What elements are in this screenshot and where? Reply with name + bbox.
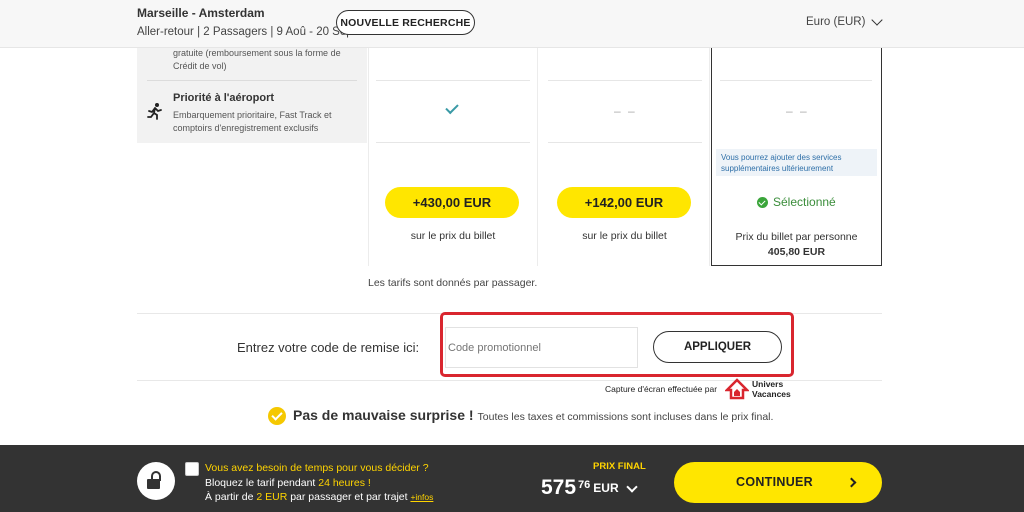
chevron-right-icon xyxy=(846,477,857,488)
continue-label: CONTINUER xyxy=(736,475,814,489)
feature-refund-desc: gratuite (remboursement sous la forme de… xyxy=(173,48,341,71)
route-title: Marseille - Amsterdam xyxy=(137,6,265,20)
surprise-note: Pas de mauvaise surprise ! Toutes les tax… xyxy=(293,407,773,423)
total-integer: 575 xyxy=(541,476,577,499)
surprise-text: Toutes les taxes et commissions sont inc… xyxy=(477,411,774,423)
divider xyxy=(548,80,702,81)
divider xyxy=(720,80,872,81)
rates-note: Les tarifs sont donnés par passager. xyxy=(368,277,538,289)
currency-label: Euro (EUR) xyxy=(806,16,866,28)
chevron-down-icon[interactable] xyxy=(625,481,638,493)
check-circle-icon xyxy=(268,407,286,425)
new-search-button[interactable]: NOUVELLE RECHERCHE xyxy=(336,10,475,35)
watermark-caption: Capture d'écran effectuée par xyxy=(605,384,718,394)
divider xyxy=(147,80,357,81)
check-circle-icon xyxy=(757,196,768,208)
hold-fare-checkbox[interactable] xyxy=(185,462,199,476)
infos-link[interactable]: +infos xyxy=(410,492,433,502)
fare-price-button-2[interactable]: +142,00 EUR xyxy=(557,187,691,218)
hold-line-3: À partir de 2 EUR par passager et par tr… xyxy=(205,491,434,503)
per-person-value: 405,80 EUR xyxy=(767,246,826,258)
not-included-mark: – – xyxy=(614,104,637,118)
logo-text: Univers Vacances xyxy=(752,379,791,399)
chevron-down-icon xyxy=(871,14,884,26)
selected-label: Sélectionné xyxy=(773,195,836,209)
fare-price-button-1[interactable]: +430,00 EUR xyxy=(385,187,519,218)
total-decimals: 76 xyxy=(578,479,591,491)
continue-button[interactable]: CONTINUER xyxy=(674,462,882,503)
top-bar: Marseille - Amsterdam Aller-retour | 2 P… xyxy=(0,0,1024,48)
total-price[interactable]: 575 76 EUR xyxy=(541,476,638,500)
final-price-label: PRIX FINAL xyxy=(593,461,646,472)
divider xyxy=(376,80,530,81)
fare-price-sub-1: sur le prix du billet xyxy=(410,230,496,242)
divider xyxy=(548,142,702,143)
selected-status: Sélectionné xyxy=(757,195,836,209)
currency-selector[interactable]: Euro (EUR) xyxy=(806,14,884,28)
per-person-label: Prix du billet par personne xyxy=(735,231,858,243)
runner-icon xyxy=(147,103,162,120)
univers-vacances-logo xyxy=(725,378,749,400)
info-note: Vous pourrez ajouter des services supplé… xyxy=(716,149,877,176)
feature-priority-title: Priorité à l'aéroport xyxy=(173,92,275,104)
total-currency: EUR xyxy=(593,481,619,495)
hold-line-2: Bloquez le tarif pendant 24 heures ! xyxy=(205,477,371,489)
feature-priority-desc: Embarquement prioritaire, Fast Track et … xyxy=(173,110,332,133)
divider xyxy=(376,142,530,143)
not-included-mark: – – xyxy=(786,104,809,118)
surprise-title: Pas de mauvaise surprise ! xyxy=(293,407,474,423)
lock-icon-body xyxy=(147,479,160,489)
hold-title: Vous avez besoin de temps pour vous déci… xyxy=(205,462,429,474)
trip-info: Aller-retour | 2 Passagers | 9 Aoû - 20 … xyxy=(137,26,353,38)
highlight-frame xyxy=(440,312,794,377)
per-person-price: Prix du billet par personne 405,80 EUR xyxy=(712,230,881,260)
promo-label: Entrez votre code de remise ici: xyxy=(237,340,420,355)
fare-price-sub-2: sur le prix du billet xyxy=(582,230,667,242)
